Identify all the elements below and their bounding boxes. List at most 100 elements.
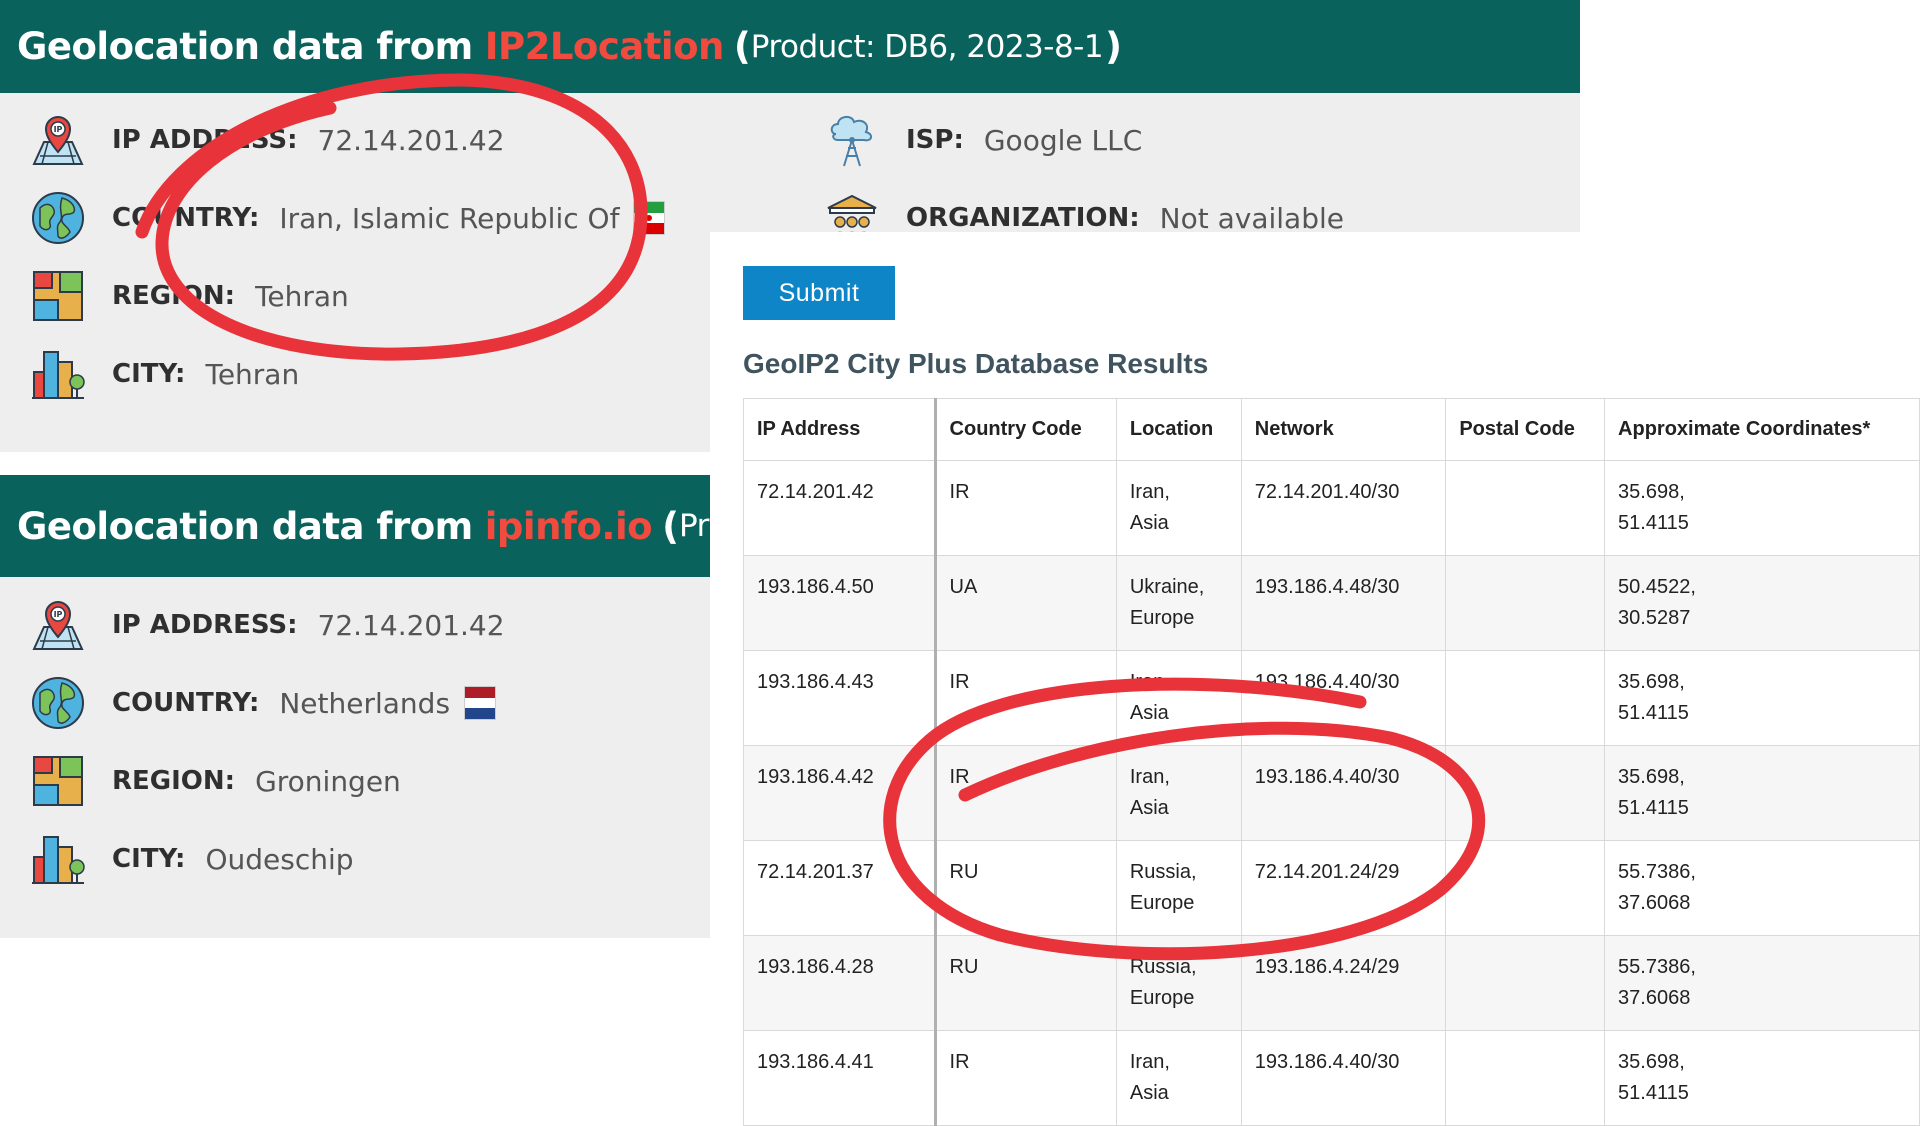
table-header-row: IP Address Country Code Location Network…	[743, 398, 1920, 461]
cell-location: Ukraine, Europe	[1115, 555, 1242, 651]
cell-network: 193.186.4.48/30	[1240, 555, 1447, 651]
globe-icon	[32, 677, 84, 729]
iran-flag-icon	[633, 201, 666, 235]
cell-ip: 72.14.201.42	[743, 460, 937, 556]
info-row-country: COUNTRY: Iran, Islamic Republic Of	[30, 188, 666, 248]
info-row-isp: ISP: Google LLC	[824, 110, 1142, 170]
header-brand: IP2Location	[484, 25, 725, 68]
value-organization: Not available	[1159, 201, 1344, 235]
submit-button[interactable]: Submit	[743, 266, 895, 320]
table-row: 193.186.4.43 IR Iran, Asia 193.186.4.40/3…	[743, 650, 1920, 746]
value-region: Groningen	[255, 764, 401, 798]
cell-coordinates: 55.7386, 37.6068	[1604, 840, 1920, 936]
cell-location: Iran, Asia	[1115, 1030, 1242, 1126]
col-location: Location	[1115, 398, 1242, 461]
cell-location: Iran, Asia	[1115, 460, 1242, 556]
info-row-city: CITY: Tehran	[30, 344, 299, 404]
cell-postal	[1445, 555, 1606, 651]
value-region: Tehran	[255, 279, 349, 313]
geoip2-results-panel: Submit GeoIP2 City Plus Database Results…	[710, 232, 1920, 1126]
ip-pin-icon: IP	[32, 116, 84, 165]
cell-ip: 193.186.4.41	[743, 1030, 937, 1126]
svg-text:IP: IP	[54, 610, 63, 619]
cell-postal	[1445, 745, 1606, 841]
label-city: CITY:	[112, 359, 186, 389]
col-country-code: Country Code	[934, 398, 1117, 461]
cell-country-code: IR	[934, 1030, 1117, 1126]
map-icon	[33, 756, 83, 806]
cell-location: Russia, Europe	[1115, 840, 1242, 936]
label-ip-address: IP ADDRESS:	[112, 125, 298, 155]
header-brand: ipinfo.io	[484, 504, 653, 548]
cell-network: 193.186.4.40/30	[1240, 745, 1447, 841]
table-row: 193.186.4.42 IR Iran, Asia 193.186.4.40/3…	[743, 745, 1920, 841]
svg-text:IP: IP	[54, 125, 63, 134]
info-row-country: COUNTRY: Netherlands	[30, 673, 497, 733]
cell-coordinates: 55.7386, 37.6068	[1604, 935, 1920, 1031]
cell-country-code: IR	[934, 460, 1117, 556]
cell-network: 193.186.4.40/30	[1240, 650, 1447, 746]
label-region: REGION:	[112, 766, 236, 796]
cell-postal	[1445, 1030, 1606, 1126]
header-product: Product: DB6, 2023-8-1	[750, 28, 1104, 65]
header-product: Product:	[679, 508, 712, 544]
info-row-region: REGION: Tehran	[30, 266, 349, 326]
ipinfo-header: Geolocation data from ipinfo.io (Product…	[0, 475, 712, 577]
results-title: GeoIP2 City Plus Database Results	[743, 348, 1209, 379]
value-ip-address: 72.14.201.42	[317, 123, 505, 157]
header-title: Geolocation data from	[17, 504, 473, 548]
cell-ip: 193.186.4.42	[743, 745, 937, 841]
cell-ip: 72.14.201.37	[743, 840, 937, 936]
table-row: 72.14.201.37 RU Russia, Europe 72.14.201.…	[743, 840, 1920, 936]
value-city: Oudeschip	[205, 842, 354, 876]
label-ip-address: IP ADDRESS:	[112, 610, 298, 640]
table-row: 193.186.4.50 UA Ukraine, Europe 193.186.4…	[743, 555, 1920, 651]
results-table: IP Address Country Code Location Network…	[743, 398, 1920, 1126]
city-icon	[32, 351, 85, 399]
value-ip-address: 72.14.201.42	[317, 608, 505, 642]
cell-ip: 193.186.4.50	[743, 555, 937, 651]
cell-country-code: UA	[934, 555, 1117, 651]
city-icon	[32, 836, 85, 884]
cell-network: 72.14.201.40/30	[1240, 460, 1447, 556]
cell-postal	[1445, 840, 1606, 936]
value-city: Tehran	[205, 357, 300, 391]
cell-country-code: IR	[934, 745, 1117, 841]
label-isp: ISP:	[906, 125, 964, 155]
map-icon	[33, 271, 83, 321]
value-country: Iran, Islamic Republic Of	[279, 201, 620, 235]
value-country: Netherlands	[279, 686, 451, 720]
info-row-city: CITY: Oudeschip	[30, 829, 354, 889]
table-row: 72.14.201.42 IR Iran, Asia 72.14.201.40/3…	[743, 460, 1920, 556]
cell-ip: 193.186.4.43	[743, 650, 937, 746]
cell-country-code: IR	[934, 650, 1117, 746]
label-city: CITY:	[112, 844, 186, 874]
table-row: 193.186.4.41 IR Iran, Asia 193.186.4.40/3…	[743, 1030, 1920, 1126]
ipinfo-panel: Geolocation data from ipinfo.io (Product…	[0, 475, 712, 938]
cell-postal	[1445, 650, 1606, 746]
cell-country-code: RU	[934, 935, 1117, 1031]
cell-coordinates: 35.698, 51.4115	[1604, 460, 1920, 556]
ip-pin-icon: IP	[32, 601, 84, 650]
value-isp: Google LLC	[983, 123, 1143, 157]
col-network: Network	[1240, 398, 1447, 461]
ip2location-header: Geolocation data from IP2Location (Produ…	[0, 0, 1580, 93]
header-title: Geolocation data from	[17, 25, 473, 68]
cell-coordinates: 35.698, 51.4115	[1604, 745, 1920, 841]
cell-postal	[1445, 935, 1606, 1031]
globe-icon	[32, 192, 84, 244]
label-organization: ORGANIZATION:	[906, 203, 1140, 233]
label-country: COUNTRY:	[112, 203, 260, 233]
info-row-region: REGION: Groningen	[30, 751, 401, 811]
info-row-ip: IP IP ADDRESS: 72.14.201.42	[30, 110, 505, 170]
cell-coordinates: 50.4522, 30.5287	[1604, 555, 1920, 651]
cell-country-code: RU	[934, 840, 1117, 936]
cell-postal	[1445, 460, 1606, 556]
cell-location: Russia, Europe	[1115, 935, 1242, 1031]
col-ip-address: IP Address	[743, 398, 937, 461]
cell-coordinates: 35.698, 51.4115	[1604, 1030, 1920, 1126]
info-row-ip: IP IP ADDRESS: 72.14.201.42	[30, 595, 505, 655]
table-row: 193.186.4.28 RU Russia, Europe 193.186.4.…	[743, 935, 1920, 1031]
cell-location: Iran, Asia	[1115, 650, 1242, 746]
cell-coordinates: 35.698, 51.4115	[1604, 650, 1920, 746]
